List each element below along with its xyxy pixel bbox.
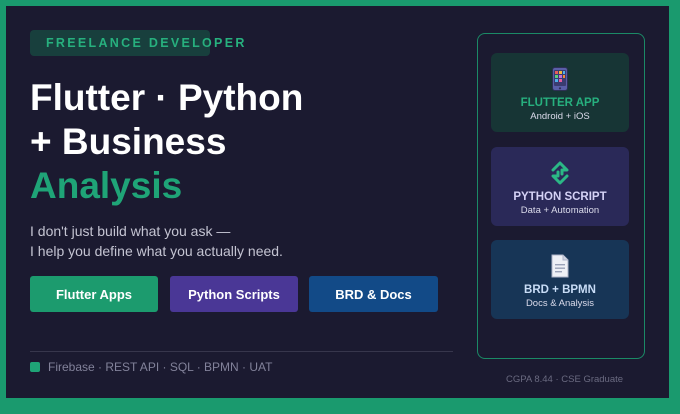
service-card-title: FLUTTER APP bbox=[520, 97, 600, 109]
headline-line-1: Flutter · Python bbox=[30, 77, 304, 118]
tech-stack-text: Firebase · REST API · SQL · BPMN · UAT bbox=[48, 360, 273, 374]
service-card-flutter[interactable]: FLUTTER APP Android + iOS bbox=[491, 53, 629, 132]
python-scripts-button[interactable]: Python Scripts bbox=[170, 276, 298, 312]
tagline-line-1: I don't just build what you ask — bbox=[30, 223, 231, 239]
service-card-title: BRD + BPMN bbox=[524, 284, 596, 296]
credentials-note: CGPA 8.44 · CSE Graduate bbox=[506, 374, 624, 385]
document-icon bbox=[548, 254, 572, 278]
headline-line-3: Analysis bbox=[30, 165, 183, 206]
tagline: I don't just build what you ask — I help… bbox=[30, 221, 283, 261]
python-script-icon bbox=[548, 161, 572, 185]
role-badge: FREELANCE DEVELOPER bbox=[30, 30, 244, 56]
tech-bullet-icon bbox=[30, 362, 40, 372]
phone-app-icon bbox=[548, 67, 572, 91]
service-card-subtitle: Data + Automation bbox=[520, 205, 600, 216]
service-card-title: PYTHON SCRIPT bbox=[513, 191, 607, 203]
divider bbox=[30, 351, 453, 352]
service-card-brd[interactable]: BRD + BPMN Docs & Analysis bbox=[491, 240, 629, 319]
tagline-line-2: I help you define what you actually need… bbox=[30, 243, 283, 259]
role-badge-label: FREELANCE DEVELOPER bbox=[46, 36, 247, 50]
headline: Flutter · Python + Business Analysis bbox=[30, 76, 303, 208]
tech-stack-line: Firebase · REST API · SQL · BPMN · UAT bbox=[30, 360, 273, 374]
brd-docs-button[interactable]: BRD & Docs bbox=[309, 276, 438, 312]
flutter-apps-button[interactable]: Flutter Apps bbox=[30, 276, 158, 312]
headline-line-2: + Business bbox=[30, 121, 227, 162]
service-card-python[interactable]: PYTHON SCRIPT Data + Automation bbox=[491, 147, 629, 226]
service-card-subtitle: Docs & Analysis bbox=[525, 298, 595, 309]
service-card-subtitle: Android + iOS bbox=[530, 111, 590, 122]
